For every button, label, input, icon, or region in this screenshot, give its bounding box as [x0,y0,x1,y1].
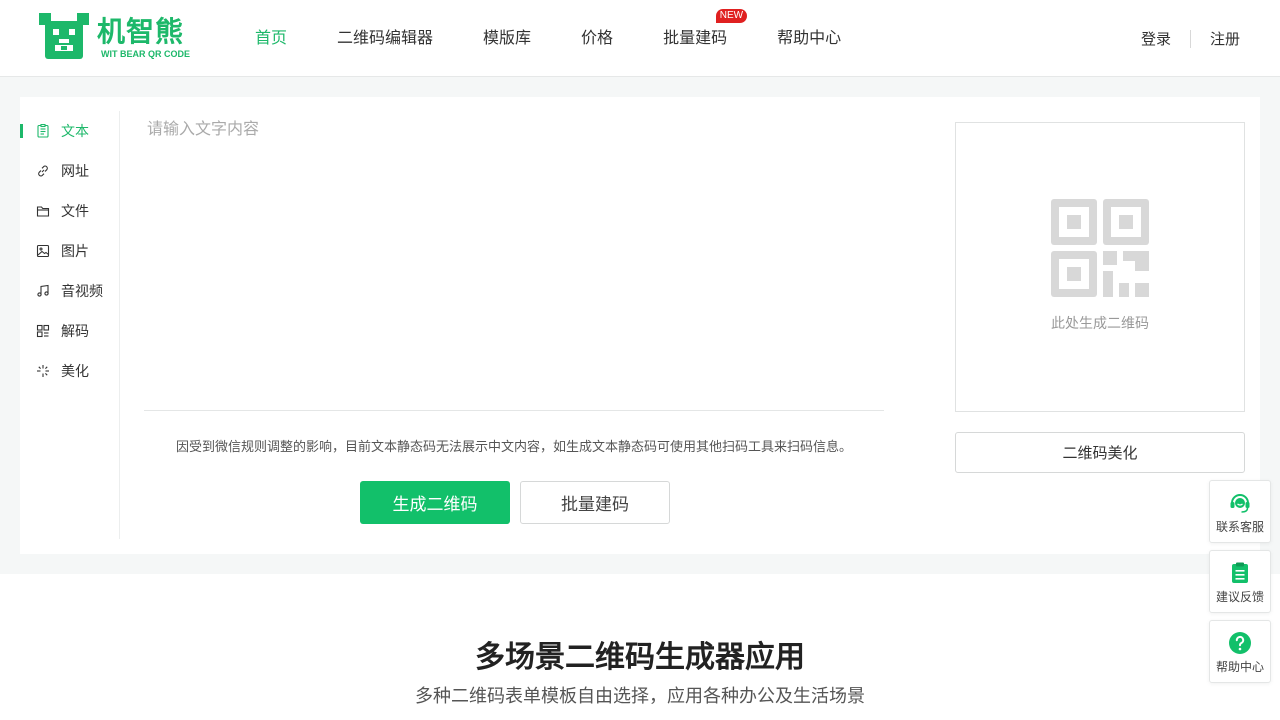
customer-service-icon [1230,494,1250,513]
qr-preview-box: 此处生成二维码 [955,122,1245,412]
folder-icon [36,206,50,217]
music-icon [37,284,49,297]
clipboard-icon [1232,562,1248,583]
sidebar-item-file[interactable]: 文件 [20,191,119,231]
section-subtitle: 多种二维码表单模板自由选择，应用各种办公及生活场景 [415,686,865,707]
nav-label: 首页 [255,28,288,47]
auth-links: 登录 注册 [1141,28,1240,49]
login-link[interactable]: 登录 [1141,28,1171,49]
document-icon [37,124,49,138]
question-icon [1229,632,1251,654]
qr-scan-icon [36,324,50,338]
float-tool-label: 帮助中心 [1215,660,1264,674]
nav-help-center[interactable]: 帮助中心 [777,0,841,76]
sidebar-item-label: 音视频 [61,284,103,300]
sidebar-item-decode[interactable]: 解码 [20,311,119,351]
sidebar-item-audio-video[interactable]: 音视频 [20,271,119,311]
nav-label: 帮助中心 [777,28,842,47]
nav-home[interactable]: 首页 [255,0,287,76]
content-type-sidebar: 文本 网址 文件 图片 音视频 解码 美化 [20,111,120,539]
nav-label: 模版库 [483,28,532,47]
contact-support-button[interactable]: 联系客服 [1209,480,1271,543]
generate-qr-button[interactable]: 生成二维码 [360,481,510,524]
bear-logo-icon [39,13,89,59]
sidebar-item-label: 网址 [61,164,89,180]
sparkle-icon [37,365,49,377]
sidebar-item-beautify[interactable]: 美化 [20,351,119,391]
main-nav: 首页 二维码编辑器 模版库 价格 批量建码 NEW 帮助中心 [255,0,891,76]
batch-create-button[interactable]: 批量建码 [520,481,670,524]
image-icon [36,244,50,258]
qr-preview-hint: 此处生成二维码 [1051,316,1149,332]
help-center-button[interactable]: 帮助中心 [1209,620,1271,683]
new-badge: NEW [715,9,748,23]
nav-label: 批量建码 [663,28,728,47]
nav-pricing[interactable]: 价格 [581,0,613,76]
divider [1189,29,1191,48]
brand-logo[interactable]: 机智熊 WIT BEAR QR CODE [39,13,191,63]
nav-templates[interactable]: 模版库 [483,0,531,76]
sidebar-item-label: 图片 [61,244,89,260]
feedback-button[interactable]: 建议反馈 [1209,550,1271,613]
register-link[interactable]: 注册 [1210,28,1240,49]
qr-beautify-button[interactable]: 二维码美化 [955,432,1245,473]
sidebar-item-image[interactable]: 图片 [20,231,119,271]
sidebar-item-text[interactable]: 文本 [20,111,119,151]
sidebar-item-label: 文件 [61,204,89,220]
sidebar-item-label: 美化 [61,364,89,380]
sidebar-item-label: 解码 [61,324,89,340]
top-header: 机智熊 WIT BEAR QR CODE 首页 二维码编辑器 模版库 价格 批量… [0,0,1280,77]
float-tool-label: 联系客服 [1215,520,1264,534]
sidebar-item-label: 文本 [61,124,89,140]
nav-batch-create[interactable]: 批量建码 NEW [663,0,748,76]
nav-label: 价格 [581,28,614,47]
wechat-notice: 因受到微信规则调整的影响，目前文本静态码无法展示中文内容，如生成文本静态码可使用… [175,440,852,455]
nav-label: 二维码编辑器 [337,28,434,47]
brand-name: 机智熊 [97,15,185,48]
brand-tagline: WIT BEAR QR CODE [101,49,190,59]
float-tool-label: 建议反馈 [1215,590,1264,604]
section-title: 多场景二维码生成器应用 [475,640,805,675]
text-content-input[interactable] [144,111,884,411]
nav-qr-editor[interactable]: 二维码编辑器 [337,0,433,76]
link-icon [38,165,48,177]
qr-placeholder-icon [1051,199,1149,297]
sidebar-item-url[interactable]: 网址 [20,151,119,191]
scenarios-section: 多场景二维码生成器应用 多种二维码表单模板自由选择，应用各种办公及生活场景 [0,574,1280,720]
qr-generator-panel: 文本 网址 文件 图片 音视频 解码 美化 因受到微信规则调整的影响，目前文本静… [20,97,1260,554]
